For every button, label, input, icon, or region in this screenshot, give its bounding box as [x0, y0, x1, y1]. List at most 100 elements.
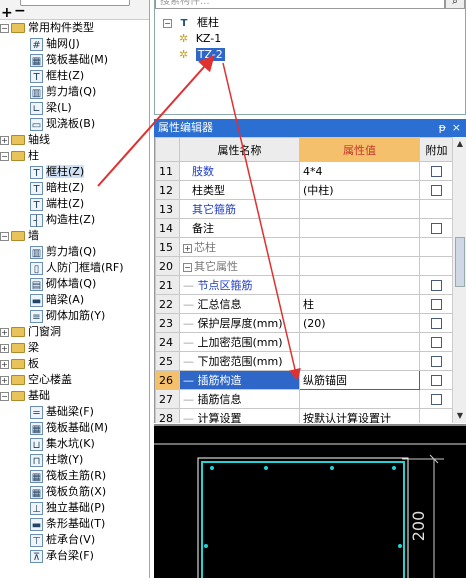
expand-icon[interactable]: +	[0, 343, 9, 353]
scroll-thumb[interactable]	[455, 237, 465, 287]
tree-item[interactable]: ▦ 筏板基础(M)	[0, 52, 149, 68]
property-row[interactable]: 20− 其它属性	[155, 256, 454, 276]
extra-checkbox[interactable]	[431, 299, 442, 310]
property-value[interactable]	[299, 389, 420, 409]
component-item[interactable]: ✲ TZ-2	[163, 47, 225, 63]
tree-folder[interactable]: + 轴线	[0, 132, 149, 148]
close-icon[interactable]: ×	[452, 119, 461, 137]
property-value[interactable]	[299, 351, 420, 371]
property-value[interactable]	[299, 199, 420, 219]
tree-folder[interactable]: + 梁	[0, 340, 149, 356]
expand-icon[interactable]: +	[183, 243, 192, 253]
drawing-canvas[interactable]: 200	[154, 424, 466, 581]
property-row[interactable]: 22— 汇总信息柱	[155, 294, 454, 314]
property-value[interactable]: (中柱)	[299, 180, 420, 200]
tree-item-label: 筏板基础(M)	[46, 53, 109, 66]
tree-toolbar-field[interactable]	[20, 0, 130, 6]
collapse-icon[interactable]: −	[0, 151, 9, 161]
expand-icon[interactable]: +	[0, 359, 9, 369]
property-value[interactable]	[299, 256, 420, 276]
tree-folder[interactable]: + 门窗洞	[0, 324, 149, 340]
extra-checkbox[interactable]	[431, 394, 442, 405]
property-row[interactable]: 24— 上加密范围(mm)	[155, 332, 454, 352]
tree-folder[interactable]: − 基础	[0, 388, 149, 404]
property-row[interactable]: 26— 插筋构造 纵筋锚固	[155, 370, 454, 390]
scroll-down-icon[interactable]: ▼	[453, 409, 466, 423]
property-value[interactable]	[299, 332, 420, 352]
tree-item[interactable]: ▤ 砌体墙(Q)	[0, 276, 149, 292]
property-value[interactable]: (20)	[299, 313, 420, 333]
tree-folder[interactable]: + 板	[0, 356, 149, 372]
tree-item[interactable]: ▦ 筏板负筋(X)	[0, 484, 149, 500]
tree-item[interactable]: ⊤ 桩承台(V)	[0, 532, 149, 548]
expand-icon[interactable]: +	[0, 375, 9, 385]
tree-item[interactable]: # 轴网(J)	[0, 36, 149, 52]
component-root[interactable]: − T 框柱	[163, 15, 225, 31]
extra-checkbox[interactable]	[431, 318, 442, 329]
extra-checkbox[interactable]	[431, 356, 442, 367]
property-value[interactable]	[299, 275, 420, 295]
tree-item[interactable]: ┤ 构造柱(Z)	[0, 212, 149, 228]
tree-item[interactable]: ⊥ 独立基础(P)	[0, 500, 149, 516]
tree-item[interactable]: T 框柱(Z)	[0, 68, 149, 84]
tree-item[interactable]: ▥ 剪力墙(Q)	[0, 244, 149, 260]
property-value[interactable]: 纵筋锚固	[299, 370, 420, 390]
property-row[interactable]: 11 肢数 4*4	[155, 161, 454, 181]
extra-checkbox[interactable]	[431, 337, 442, 348]
tree-item[interactable]: ⊔ 集水坑(K)	[0, 436, 149, 452]
collapse-icon[interactable]: −	[163, 18, 172, 28]
tree-item[interactable]: ▦ 筏板基础(M)	[0, 420, 149, 436]
expand-icon[interactable]: +	[0, 135, 9, 145]
tree-item[interactable]: T 暗柱(Z)	[0, 180, 149, 196]
collapse-icon[interactable]: −	[0, 391, 9, 401]
extra-checkbox[interactable]	[431, 280, 442, 291]
component-item[interactable]: ✲ KZ-1	[163, 31, 225, 47]
search-button[interactable]: ⌕	[445, 0, 465, 9]
tree-item[interactable]: ═ 基础梁(F)	[0, 404, 149, 420]
tree-folder[interactable]: − 墙	[0, 228, 149, 244]
expand-icon[interactable]: +	[0, 327, 9, 337]
property-value[interactable]: 4*4	[299, 161, 420, 181]
extra-checkbox[interactable]	[431, 223, 442, 234]
tree-item[interactable]: ▬ 条形基础(T)	[0, 516, 149, 532]
tree-item[interactable]: ⊼ 承台梁(F)	[0, 548, 149, 564]
expand-all-icon[interactable]: +	[1, 6, 13, 20]
tree-item[interactable]: ≡ 砌体加筋(Y)	[0, 308, 149, 324]
collapse-icon[interactable]: −	[0, 231, 9, 241]
property-row[interactable]: 27— 插筋信息	[155, 389, 454, 409]
scroll-up-icon[interactable]: ▲	[453, 137, 466, 151]
tree-item[interactable]: ∟ 梁(L)	[0, 100, 149, 116]
property-row[interactable]: 12 柱类型 (中柱)	[155, 180, 454, 200]
property-row[interactable]: 23— 保护层厚度(mm) (20)	[155, 313, 454, 333]
tree-item[interactable]: T 框柱(Z)	[0, 164, 149, 180]
property-value[interactable]	[299, 218, 420, 238]
property-value[interactable]	[299, 237, 420, 257]
tree-folder[interactable]: − 常用构件类型	[0, 20, 149, 36]
collapse-all-icon[interactable]: −	[14, 4, 26, 18]
vertical-scrollbar[interactable]: ▲ ▼	[452, 137, 466, 423]
tree-item[interactable]: ▦ 筏板主筋(R)	[0, 468, 149, 484]
pin-icon[interactable]: ᵽ	[439, 119, 446, 137]
tree-item[interactable]: ▭ 现浇板(B)	[0, 116, 149, 132]
collapse-icon[interactable]: −	[183, 262, 192, 272]
collapse-icon[interactable]: −	[0, 23, 9, 33]
search-input[interactable]: 搜索构件...	[155, 0, 445, 9]
property-row[interactable]: 21— 节点区箍筋	[155, 275, 454, 295]
property-value[interactable]: 按默认计算设置计	[299, 408, 420, 423]
property-row[interactable]: 28— 计算设置 按默认计算设置计	[155, 408, 454, 423]
tree-item[interactable]: ▥ 剪力墙(Q)	[0, 84, 149, 100]
extra-checkbox[interactable]	[431, 185, 442, 196]
tree-item[interactable]: ⊓ 柱墩(Y)	[0, 452, 149, 468]
tree-item[interactable]: ▬ 暗梁(A)	[0, 292, 149, 308]
tree-folder[interactable]: − 柱	[0, 148, 149, 164]
extra-checkbox[interactable]	[431, 166, 442, 177]
property-row[interactable]: 15 + 芯柱	[155, 237, 454, 257]
tree-item[interactable]: T 端柱(Z)	[0, 196, 149, 212]
extra-checkbox[interactable]	[431, 375, 442, 386]
property-row[interactable]: 13 其它箍筋	[155, 199, 454, 219]
tree-folder[interactable]: + 空心楼盖	[0, 372, 149, 388]
property-value[interactable]: 柱	[299, 294, 420, 314]
property-row[interactable]: 14 备注	[155, 218, 454, 238]
property-row[interactable]: 25— 下加密范围(mm)	[155, 351, 454, 371]
tree-item[interactable]: ▯ 人防门框墙(RF)	[0, 260, 149, 276]
